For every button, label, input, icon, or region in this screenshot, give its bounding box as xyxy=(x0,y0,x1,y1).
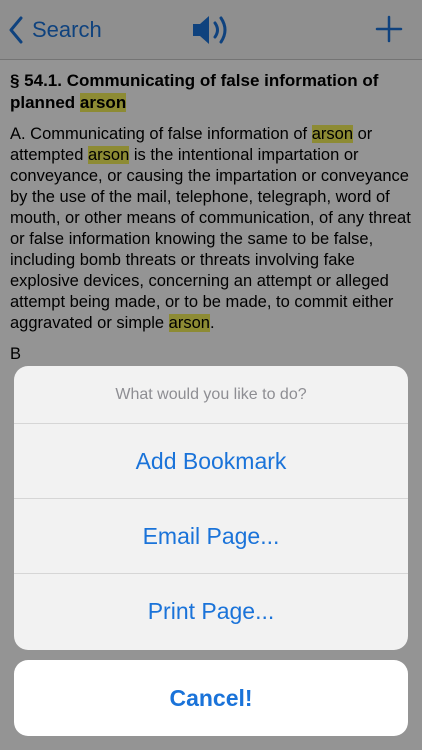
action-sheet-prompt: What would you like to do? xyxy=(14,366,408,424)
add-bookmark-button[interactable]: Add Bookmark xyxy=(14,424,408,499)
cancel-button[interactable]: Cancel! xyxy=(14,660,408,736)
email-page-button[interactable]: Email Page... xyxy=(14,499,408,574)
action-sheet: What would you like to do? Add Bookmark … xyxy=(14,366,408,650)
print-page-button[interactable]: Print Page... xyxy=(14,574,408,649)
